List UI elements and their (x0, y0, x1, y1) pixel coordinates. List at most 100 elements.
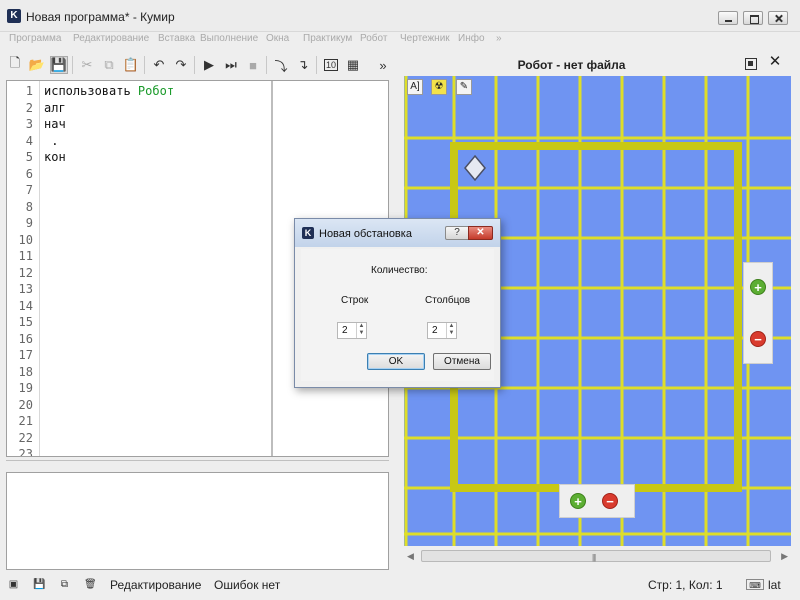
columns-value: 2 (432, 325, 438, 336)
close-window-button[interactable] (768, 11, 788, 25)
maximize-button[interactable] (743, 11, 763, 25)
code-keyword: нач (44, 117, 66, 131)
line-number: 11 (18, 249, 33, 263)
menu-practicum[interactable]: Практикум (303, 33, 352, 44)
clear-log-icon[interactable]: 🗑 (84, 579, 97, 590)
new-file-icon: 🗋 (9, 55, 21, 70)
menu-robot[interactable]: Робот (360, 33, 387, 44)
step-over-icon: ⤵ (274, 58, 288, 74)
code-keyword: алг (44, 100, 66, 115)
help-button[interactable]: ? (445, 226, 469, 240)
chevron-right-icon: » (379, 57, 387, 73)
run-step-button[interactable]: ⏭ (222, 56, 240, 74)
paste-icon: 📋 (122, 57, 140, 72)
undo-icon: ↶ (153, 57, 165, 72)
help-icon: ? (454, 227, 460, 238)
float-panel-button[interactable] (745, 58, 757, 70)
redo-button[interactable]: ↷ (172, 56, 190, 74)
columns-label: Столбцов (425, 295, 471, 306)
copy-log-icon[interactable]: ⧉ (59, 579, 70, 590)
remove-column-button[interactable]: − (750, 331, 766, 347)
line-number: 16 (18, 331, 33, 346)
step-over-button[interactable]: ⤵ (272, 56, 290, 74)
output-panel[interactable] (6, 472, 389, 570)
stop-button[interactable]: ■ (244, 56, 262, 74)
line-number: 9 (25, 216, 33, 230)
copy-button[interactable]: ⧉ (100, 56, 118, 74)
line-number: 12 (18, 265, 33, 280)
code-keyword: использовать (44, 84, 138, 98)
editor-margin-divider[interactable] (271, 81, 273, 456)
binary-view-button[interactable]: 10 (322, 56, 340, 74)
menu-run[interactable]: Выполнение (200, 33, 258, 44)
save-button[interactable]: 💾 (50, 56, 68, 74)
rows-label: Строк (341, 295, 369, 306)
line-number: 4 (25, 133, 33, 148)
minimize-button[interactable] (718, 11, 738, 25)
scrollbar-thumb[interactable]: ||| (421, 550, 771, 562)
code-line[interactable]: нач (44, 117, 66, 131)
open-file-button[interactable]: 📂 (28, 56, 46, 74)
line-number: 18 (18, 364, 33, 379)
columns-spinbox[interactable]: 2 ▲ ▼ (427, 322, 457, 339)
menu-overflow[interactable]: » (496, 33, 502, 44)
text-label-tool[interactable]: A] (407, 79, 423, 95)
menu-info[interactable]: Инфо (458, 33, 485, 44)
code-line[interactable]: алг (44, 101, 66, 115)
step-into-button[interactable]: ↴ (294, 56, 312, 74)
save-log-icon[interactable]: 💾 (33, 579, 45, 590)
close-icon: ✕ (476, 227, 485, 238)
cut-button[interactable]: ✂ (78, 56, 96, 74)
menu-insert[interactable]: Вставка (158, 33, 195, 44)
code-line[interactable]: кон (44, 150, 66, 164)
paint-tool[interactable]: ✎ (456, 79, 472, 95)
new-file-button[interactable]: 🗋 (6, 55, 24, 74)
robot-marker[interactable] (464, 154, 486, 182)
quantity-label: Количество: (371, 265, 428, 276)
code-line[interactable]: использовать Робот (44, 84, 174, 98)
rows-value: 2 (342, 325, 348, 336)
code-module-name: Робот (137, 84, 175, 98)
kumir-app-icon: K (7, 9, 21, 23)
rows-spinbox[interactable]: 2 ▲ ▼ (337, 322, 367, 339)
line-number: 3 (25, 117, 33, 131)
remove-row-button[interactable]: − (602, 493, 618, 509)
add-row-button[interactable]: + (570, 493, 586, 509)
menu-windows[interactable]: Окна (266, 33, 289, 44)
window-title: Новая программа* - Кумир (26, 10, 175, 24)
horizontal-scrollbar[interactable]: ◀ ||| ▶ (404, 548, 791, 564)
panel-splitter[interactable] (6, 460, 389, 466)
paste-button[interactable]: 📋 (122, 56, 140, 74)
scroll-left-icon[interactable]: ◀ (407, 551, 414, 562)
ok-button[interactable]: OK (367, 353, 425, 370)
scroll-right-icon[interactable]: ▶ (781, 551, 788, 562)
line-number: 10 (18, 232, 33, 247)
run-button[interactable]: ▶ (200, 56, 218, 74)
cancel-button[interactable]: Отмена (433, 353, 491, 370)
console-icon[interactable]: ▣ (8, 579, 19, 590)
spin-arrows-icon[interactable]: ▲ ▼ (356, 323, 366, 338)
menu-draftsman[interactable]: Чертежник (400, 33, 450, 44)
title-bar: K Новая программа* - Кумир (0, 0, 800, 32)
table-view-button[interactable]: ▦ (344, 56, 362, 74)
column-buttons: + − (743, 262, 773, 364)
close-dialog-button[interactable]: ✕ (468, 226, 493, 240)
menu-program[interactable]: Программа (9, 33, 61, 44)
spin-arrows-icon[interactable]: ▲ ▼ (446, 323, 456, 338)
undo-button[interactable]: ↶ (150, 56, 168, 74)
minimize-icon (719, 12, 737, 24)
error-count: Ошибок нет (214, 578, 281, 592)
dialog-title: Новая обстановка (319, 228, 412, 240)
line-number: 20 (18, 397, 33, 412)
add-column-button[interactable]: + (750, 279, 766, 295)
toolbar: 🗋 📂 💾 ✂ ⧉ 📋 ↶ ↷ ▶ ⏭ ■ ⤵ ↴ 10 ▦ » (4, 52, 394, 78)
line-number: 5 (25, 150, 33, 164)
radiation-tool[interactable]: ☢ (431, 79, 447, 95)
toolbar-overflow-button[interactable]: » (374, 56, 392, 74)
menu-edit[interactable]: Редактирование (73, 33, 149, 44)
toolbar-separator (72, 56, 73, 74)
close-robot-panel-button[interactable]: ✕ (767, 54, 783, 70)
code-keyword: . (44, 133, 59, 148)
code-line[interactable]: . (44, 134, 58, 148)
cursor-position: Стр: 1, Кол: 1 (648, 578, 723, 592)
